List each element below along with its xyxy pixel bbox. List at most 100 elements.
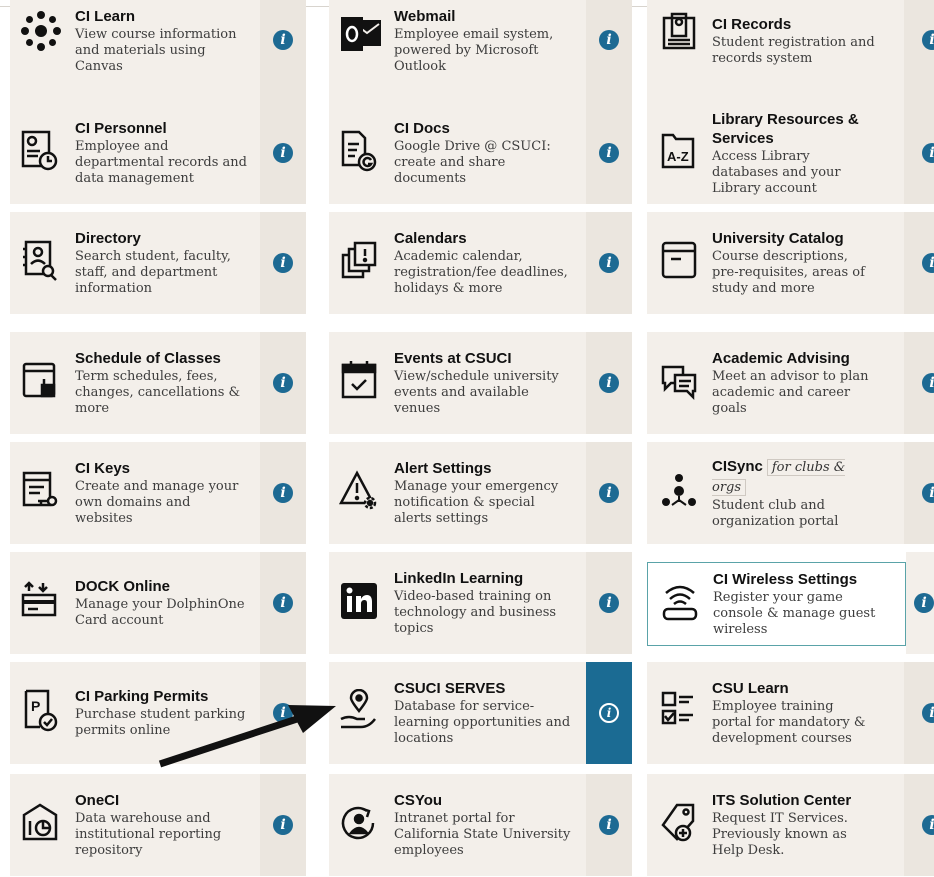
- tile-ci-keys[interactable]: CI Keys Create and manage your own domai…: [10, 442, 306, 544]
- info-icon[interactable]: i: [599, 373, 619, 393]
- tile-description: Google Drive @ CSUCI: create and share d…: [394, 139, 551, 186]
- info-icon[interactable]: i: [273, 30, 293, 50]
- tile-calendars[interactable]: Calendars Academic calendar, registratio…: [329, 212, 632, 314]
- info-icon[interactable]: i: [273, 815, 293, 835]
- info-column: i: [904, 662, 934, 764]
- tile-advising[interactable]: Academic Advising Meet an advisor to pla…: [647, 332, 934, 434]
- tile-webmail[interactable]: Webmail Employee email system, powered b…: [329, 0, 632, 102]
- tile-ci-wireless[interactable]: CI Wireless Settings Register your game …: [647, 562, 906, 646]
- info-column: i: [260, 552, 306, 654]
- events-icon: [339, 359, 387, 407]
- tile-cisync[interactable]: CISync for clubs & orgs Student club and …: [647, 442, 934, 544]
- info-icon[interactable]: i: [599, 703, 619, 723]
- info-icon[interactable]: i: [273, 483, 293, 503]
- info-icon[interactable]: i: [922, 143, 934, 163]
- keys-icon: [20, 469, 68, 517]
- tile-title: University Catalog: [712, 230, 844, 247]
- tile-ci-wireless-info: i: [906, 552, 934, 654]
- tile-title: OneCI: [75, 792, 120, 809]
- info-icon[interactable]: i: [599, 30, 619, 50]
- csyou-icon: [339, 801, 387, 849]
- tile-events[interactable]: Events at CSUCI View/schedule university…: [329, 332, 632, 434]
- info-icon[interactable]: i: [914, 593, 934, 613]
- info-icon[interactable]: i: [599, 253, 619, 273]
- tile-directory[interactable]: Directory Search student, faculty, staff…: [10, 212, 306, 314]
- alert-icon: [339, 469, 387, 517]
- tile-description: Meet an advisor to plan academic and car…: [712, 369, 869, 416]
- info-icon[interactable]: i: [273, 143, 293, 163]
- serves-icon: [339, 689, 387, 737]
- info-icon[interactable]: i: [922, 815, 934, 835]
- info-icon[interactable]: i: [922, 373, 934, 393]
- info-column: i: [586, 332, 632, 434]
- tile-library[interactable]: A-Z Library Resources & Services Access …: [647, 102, 934, 204]
- tile-title: CI Learn: [75, 8, 136, 25]
- info-icon[interactable]: i: [599, 143, 619, 163]
- info-column: i: [904, 332, 934, 434]
- info-column: i: [260, 662, 306, 764]
- info-column: i: [586, 662, 632, 764]
- tile-dock-online[interactable]: DOCK Online Manage your DolphinOne Card …: [10, 552, 306, 654]
- tile-oneci[interactable]: OneCI Data warehouse and institutional r…: [10, 774, 306, 876]
- tile-title: LinkedIn Learning: [394, 570, 524, 587]
- info-icon[interactable]: i: [599, 593, 619, 613]
- ci-learn-icon: [20, 10, 68, 58]
- tile-description: Register your game console & manage gues…: [713, 590, 876, 637]
- personnel-icon: [20, 129, 68, 177]
- tile-description: Create and manage your own domains and w…: [75, 479, 239, 526]
- directory-icon: [20, 239, 68, 287]
- tile-title: Webmail: [394, 8, 456, 25]
- tile-title: Calendars: [394, 230, 467, 247]
- advising-icon: [659, 359, 707, 407]
- tile-alert-settings[interactable]: Alert Settings Manage your emergency not…: [329, 442, 632, 544]
- info-column: i: [586, 212, 632, 314]
- tile-title: CI Records: [712, 16, 792, 33]
- info-icon[interactable]: i: [599, 483, 619, 503]
- wireless-icon: [660, 581, 708, 629]
- tile-title: Directory: [75, 230, 141, 247]
- info-icon[interactable]: i: [599, 815, 619, 835]
- tile-catalog[interactable]: University Catalog Course descriptions, …: [647, 212, 934, 314]
- info-column: i: [586, 102, 632, 204]
- tile-description: Video-based training on technology and b…: [394, 589, 557, 636]
- oneci-icon: [20, 801, 68, 849]
- info-icon[interactable]: i: [922, 253, 934, 273]
- info-icon[interactable]: i: [922, 483, 934, 503]
- info-icon[interactable]: i: [922, 30, 934, 50]
- tile-csuci-serves[interactable]: CSUCI SERVES Database for service-learni…: [329, 662, 632, 764]
- tile-title: Alert Settings: [394, 460, 492, 477]
- info-column: i: [904, 774, 934, 876]
- tile-title: CI Docs: [394, 120, 450, 137]
- tile-title: Events at CSUCI: [394, 350, 512, 367]
- info-column: i: [260, 0, 306, 102]
- tile-ci-personnel[interactable]: CI Personnel Employee and departmental r…: [10, 102, 306, 204]
- tile-ci-docs[interactable]: CI Docs Google Drive @ CSUCI: create and…: [329, 102, 632, 204]
- dock-icon: [20, 579, 68, 627]
- info-icon[interactable]: i: [922, 703, 934, 723]
- tile-description: View course information and materials us…: [75, 27, 237, 74]
- tile-csyou[interactable]: CSYou Intranet portal for California Sta…: [329, 774, 632, 876]
- info-column: i: [260, 332, 306, 434]
- tile-title: CISync for clubs & orgs: [712, 457, 876, 497]
- tile-parking[interactable]: P CI Parking Permits Purchase student pa…: [10, 662, 306, 764]
- tile-title: DOCK Online: [75, 578, 171, 595]
- tile-csu-learn[interactable]: CSU Learn Employee training portal for m…: [647, 662, 934, 764]
- tile-ci-learn[interactable]: CI Learn View course information and mat…: [10, 0, 306, 102]
- info-icon[interactable]: i: [273, 373, 293, 393]
- tile-ci-records[interactable]: CI Records Student registration and reco…: [647, 0, 934, 102]
- tile-schedule[interactable]: Schedule of Classes Term schedules, fees…: [10, 332, 306, 434]
- tile-description: Employee email system, powered by Micros…: [394, 27, 554, 74]
- info-column: i: [260, 442, 306, 544]
- info-column: i: [260, 102, 306, 204]
- tile-description: Access Library databases and your Librar…: [712, 148, 841, 196]
- tile-linkedin-learning[interactable]: LinkedIn Learning Video-based training o…: [329, 552, 632, 654]
- tile-description: Database for service-learning opportunit…: [394, 699, 571, 746]
- info-icon[interactable]: i: [273, 593, 293, 613]
- info-icon[interactable]: i: [273, 253, 293, 273]
- info-column: i: [904, 102, 934, 204]
- tile-its-solution-center[interactable]: ITS Solution Center Request IT Services.…: [647, 774, 934, 876]
- info-icon[interactable]: i: [273, 703, 293, 723]
- svg-text:P: P: [31, 698, 40, 714]
- tile-description: Manage your DolphinOne Card account: [75, 597, 245, 628]
- tile-description: Data warehouse and institutional reporti…: [75, 811, 222, 858]
